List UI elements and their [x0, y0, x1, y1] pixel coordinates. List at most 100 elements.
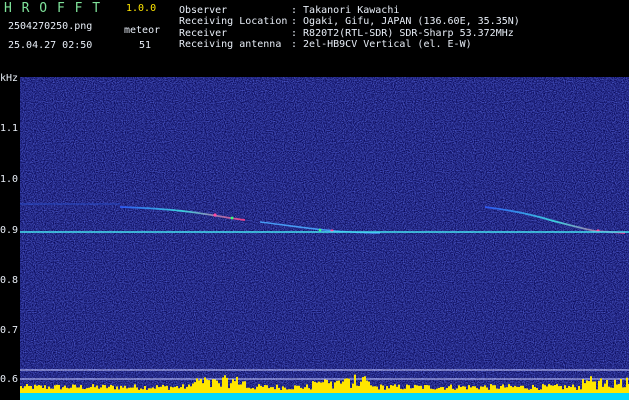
intensity-bar — [622, 387, 624, 393]
intensity-bar — [240, 384, 242, 393]
intensity-bar — [242, 381, 244, 393]
intensity-bar — [214, 379, 216, 393]
intensity-bar — [626, 377, 628, 393]
intensity-bar — [602, 386, 604, 393]
intensity-bar — [166, 385, 168, 393]
observation-datetime: 25.04.27 02:50 — [8, 40, 93, 51]
intensity-bar — [428, 385, 430, 393]
intensity-bar — [102, 384, 104, 393]
intensity-bar — [126, 388, 128, 393]
intensity-bar — [164, 386, 166, 393]
intensity-bar — [550, 385, 552, 393]
intensity-bar — [314, 381, 316, 393]
y-tick-0-9: 0.9 — [0, 225, 19, 236]
intensity-bar — [336, 380, 338, 393]
intensity-bar — [232, 379, 234, 393]
intensity-bar — [578, 385, 580, 393]
intensity-bar — [356, 385, 358, 393]
intensity-bar — [566, 387, 568, 393]
intensity-bar — [40, 385, 42, 393]
intensity-bar — [298, 385, 300, 393]
intensity-bar — [552, 385, 554, 393]
intensity-bar — [340, 383, 342, 393]
intensity-bar — [96, 385, 98, 393]
intensity-bar — [520, 385, 522, 393]
intensity-bar — [590, 376, 592, 393]
intensity-bar — [294, 385, 296, 393]
intensity-bar — [224, 375, 226, 393]
intensity-bar — [286, 389, 288, 393]
spectrogram-canvas — [20, 77, 629, 400]
intensity-bar — [74, 384, 76, 393]
intensity-bar — [338, 380, 340, 393]
y-tick-1-1: 1.1 — [0, 123, 19, 134]
intensity-bar — [66, 387, 68, 393]
info-label-antenna: Receiving antenna — [179, 39, 282, 50]
intensity-bar — [600, 378, 602, 393]
intensity-bar — [488, 389, 490, 393]
intensity-bar — [234, 381, 236, 393]
intensity-bar — [170, 386, 172, 393]
intensity-bar — [64, 385, 66, 393]
app-title: H R O F F T — [4, 1, 102, 16]
intensity-bar — [396, 386, 398, 393]
intensity-bar — [112, 385, 114, 393]
intensity-bar — [248, 387, 250, 393]
intensity-bar — [512, 387, 514, 393]
intensity-bar — [236, 376, 238, 393]
intensity-bar — [444, 389, 446, 393]
intensity-bar — [304, 387, 306, 393]
intensity-bar — [36, 385, 38, 393]
intensity-bar — [584, 383, 586, 393]
intensity-bar — [604, 383, 606, 393]
intensity-bar — [586, 380, 588, 393]
intensity-bar — [206, 379, 208, 393]
intensity-bar — [124, 385, 126, 393]
intensity-bar — [406, 384, 408, 393]
intensity-bar — [230, 383, 232, 393]
intensity-bar — [320, 382, 322, 393]
bars-baseline — [20, 393, 629, 400]
intensity-bar — [362, 377, 364, 393]
intensity-bar — [348, 378, 350, 393]
intensity-bar — [216, 380, 218, 393]
intensity-bar — [160, 386, 162, 393]
intensity-bar — [420, 385, 422, 393]
intensity-bar — [614, 379, 616, 393]
intensity-bar — [26, 384, 28, 393]
intensity-bar — [174, 386, 176, 393]
intensity-bar — [424, 385, 426, 393]
intensity-bar — [282, 386, 284, 393]
intensity-bar — [554, 385, 556, 393]
intensity-bar — [258, 384, 260, 393]
intensity-bar — [504, 387, 506, 393]
intensity-bar — [188, 384, 190, 393]
intensity-bar — [482, 386, 484, 393]
intensity-bar — [564, 385, 566, 393]
intensity-bar — [154, 388, 156, 393]
intensity-bar — [168, 389, 170, 393]
intensity-bar — [558, 386, 560, 393]
intensity-bar — [122, 387, 124, 393]
echo-bright-spot-1 — [213, 213, 217, 217]
intensity-bar — [238, 384, 240, 393]
intensity-bar — [498, 388, 500, 393]
intensity-bar — [228, 388, 230, 393]
intensity-bar — [136, 387, 138, 393]
intensity-bar — [380, 384, 382, 393]
intensity-bar — [450, 384, 452, 393]
intensity-bar — [130, 387, 132, 393]
intensity-bar — [208, 380, 210, 393]
intensity-bar — [204, 377, 206, 393]
intensity-bar — [158, 387, 160, 393]
intensity-bar — [426, 385, 428, 393]
intensity-bar — [438, 387, 440, 393]
intensity-bar — [324, 379, 326, 393]
intensity-bar — [476, 388, 478, 393]
intensity-bar — [82, 388, 84, 393]
intensity-bar — [496, 388, 498, 393]
intensity-bar — [452, 388, 454, 393]
intensity-bar — [254, 389, 256, 393]
intensity-bar — [616, 384, 618, 393]
intensity-bar — [506, 387, 508, 393]
